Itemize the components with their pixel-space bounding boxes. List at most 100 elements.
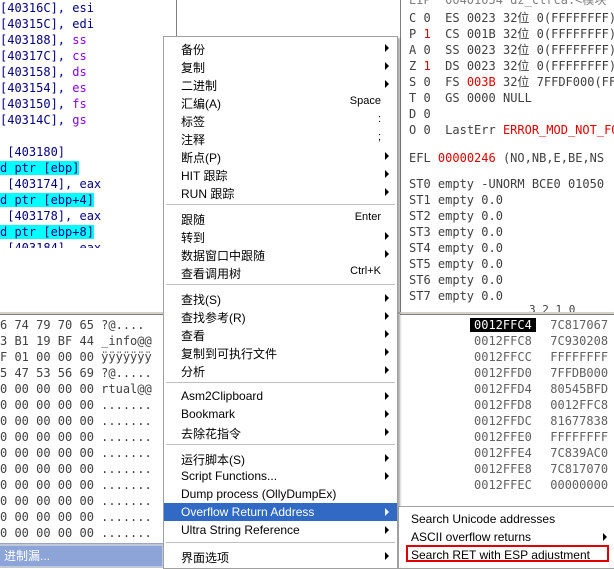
flag-value[interactable]: 1 bbox=[423, 59, 430, 73]
disasm-row[interactable]: [403188], ss bbox=[0, 32, 87, 48]
flag-value[interactable]: 0 bbox=[423, 75, 430, 89]
menu-item-item-18[interactable]: 复制到可执行文件 bbox=[164, 343, 397, 361]
submenu-item-search-unicode-addresses[interactable]: Search Unicode addresses bbox=[399, 510, 614, 528]
stack-row[interactable]: 0012FFE4 7C839AC0 bbox=[470, 445, 608, 461]
disasm-row[interactable]: [40316C], esi bbox=[0, 0, 94, 16]
flag-value[interactable]: 0 bbox=[423, 43, 430, 57]
menu-item-item-2[interactable]: 二进制 bbox=[164, 75, 397, 93]
menu-item-label: 去除花指令 bbox=[181, 427, 242, 441]
menu-item-item-13[interactable]: 查看调用树 Ctrl+K bbox=[164, 263, 397, 281]
menu-item-a[interactable]: 汇编(A) Space bbox=[164, 93, 397, 111]
dump-row[interactable]: F 01 00 00 00 ÿÿÿÿÿÿÿ bbox=[0, 349, 152, 365]
menu-item-r[interactable]: 查找参考(R) bbox=[164, 307, 397, 325]
flag-row[interactable]: P 1 CS 001B 32位 0(FFFFFFFF) bbox=[409, 26, 614, 42]
dump-row[interactable]: 0 00 00 00 00 ....... bbox=[0, 461, 152, 477]
disasm-row[interactable]: [403154], es bbox=[0, 80, 87, 96]
dump-row[interactable]: 0 00 00 00 00 ....... bbox=[0, 445, 152, 461]
disasm-row[interactable]: [40317C], cs bbox=[0, 48, 87, 64]
flag-row[interactable]: S 0 FS 003B 32位 7FFDF000(FFF) bbox=[409, 74, 614, 90]
fpu-register-row[interactable]: ST7 empty 0.0 bbox=[409, 288, 503, 304]
menu-item-overflow-return-address[interactable]: Overflow Return Address bbox=[164, 503, 397, 521]
disassembly-pane[interactable]: [40316C], esi [40315C], edi [403188], ss [4… bbox=[0, 0, 176, 248]
stack-row[interactable]: 0012FFCC FFFFFFFF bbox=[470, 349, 608, 365]
flag-value[interactable]: 1 bbox=[423, 27, 430, 41]
dump-row[interactable]: 0 00 00 00 00 ....... bbox=[0, 429, 152, 445]
menu-item-item-10[interactable]: 跟随 Enter bbox=[164, 209, 397, 227]
menu-separator bbox=[166, 284, 395, 285]
menu-item-script-functions[interactable]: Script Functions... bbox=[164, 467, 397, 485]
menu-item-item-12[interactable]: 数据窗口中跟随 bbox=[164, 245, 397, 263]
menu-item-item-19[interactable]: 分析 bbox=[164, 361, 397, 379]
menu-item-item-11[interactable]: 转到 bbox=[164, 227, 397, 245]
efl-row[interactable]: EFL 00000246 (NO,NB,E,BE,NS bbox=[409, 150, 604, 166]
fpu-register-row[interactable]: ST5 empty 0.0 bbox=[409, 256, 503, 272]
flag-row[interactable]: A 0 SS 0023 32位 0(FFFFFFFF) bbox=[409, 42, 614, 58]
dump-row[interactable]: 0 00 00 00 00 ....... bbox=[0, 493, 152, 509]
menu-item-item-0[interactable]: 备份 bbox=[164, 39, 397, 57]
fpu-register-row[interactable]: ST6 empty 0.0 bbox=[409, 272, 503, 288]
menu-item-item-1[interactable]: 复制 bbox=[164, 57, 397, 75]
memory-dump-pane[interactable]: 6 74 79 70 65 ?@.... 3 B1 19 BF 44 _info@… bbox=[0, 314, 176, 568]
flag-value[interactable]: 0 bbox=[423, 123, 430, 137]
menu-item-s[interactable]: 运行脚本(S) bbox=[164, 449, 397, 467]
submenu-item-ascii-overflow-returns[interactable]: ASCII overflow returns bbox=[399, 528, 614, 546]
disasm-row[interactable]: d ptr [ebp+4] bbox=[0, 192, 94, 208]
dump-row[interactable]: 6 74 79 70 65 ?@.... bbox=[0, 317, 145, 333]
fpu-register-row[interactable]: ST0 empty -UNORM BCE0 01050 bbox=[409, 176, 604, 192]
menu-item-item-31[interactable]: 界面选项 bbox=[164, 547, 397, 565]
flag-row[interactable]: D 0 bbox=[409, 106, 460, 122]
disasm-row[interactable]: [40314C], gs bbox=[0, 112, 87, 128]
flag-row[interactable]: T 0 GS 0000 NULL bbox=[409, 90, 539, 106]
disasm-row[interactable]: [403178], eax bbox=[0, 208, 101, 224]
stack-row[interactable]: 0012FFDC 81677838 bbox=[470, 413, 608, 429]
dump-row[interactable]: 0 00 00 00 00 ....... bbox=[0, 413, 152, 429]
disasm-row[interactable]: [403184], eax bbox=[0, 240, 101, 248]
disasm-row[interactable]: [40315C], edi bbox=[0, 16, 94, 32]
flag-row[interactable]: Z 1 DS 0023 32位 0(FFFFFFFF) bbox=[409, 58, 614, 74]
flag-row[interactable]: O 0 LastErr ERROR_MOD_NOT_FOUND bbox=[409, 122, 614, 138]
stack-row[interactable]: 0012FFE0 FFFFFFFF bbox=[470, 429, 608, 445]
menu-item-p[interactable]: 断点(P) bbox=[164, 147, 397, 165]
stack-row[interactable]: 0012FFD0 7FFDB000 bbox=[470, 365, 608, 381]
dump-row[interactable]: 3 B1 19 BF 44 _info@@ bbox=[0, 333, 152, 349]
flag-value[interactable]: 0 bbox=[423, 107, 430, 121]
menu-item-s[interactable]: 查找(S) bbox=[164, 289, 397, 307]
flag-row[interactable]: C 0 ES 0023 32位 0(FFFFFFFF) bbox=[409, 10, 614, 26]
menu-item-item-17[interactable]: 查看 bbox=[164, 325, 397, 343]
menu-item-bookmark[interactable]: Bookmark bbox=[164, 405, 397, 423]
fpu-register-row[interactable]: ST2 empty 0.0 bbox=[409, 208, 503, 224]
menu-item-run[interactable]: RUN 跟踪 bbox=[164, 183, 397, 201]
menu-item-item-5[interactable]: 注释; bbox=[164, 129, 397, 147]
stack-row[interactable]: 0012FFD4 80545BFD bbox=[470, 381, 608, 397]
flag-value[interactable]: 0 bbox=[423, 11, 430, 25]
disasm-row[interactable]: [403158], ds bbox=[0, 64, 87, 80]
stack-row[interactable]: 0012FFE8 7C817070 bbox=[470, 461, 608, 477]
menu-item-dump-process-ollydumpex[interactable]: Dump process (OllyDumpEx) bbox=[164, 485, 397, 503]
flag-value[interactable]: 0 bbox=[423, 91, 430, 105]
fpu-register-row[interactable]: ST4 empty 0.0 bbox=[409, 240, 503, 256]
dump-row[interactable]: 0 00 00 00 00 rtual@@ bbox=[0, 381, 152, 397]
stack-row[interactable]: 0012FFEC 00000000 bbox=[470, 477, 608, 493]
fpu-register-row[interactable]: ST1 empty 0.0 bbox=[409, 192, 503, 208]
stack-row[interactable]: 0012FFC4 7C817067 bbox=[470, 317, 608, 333]
disasm-row[interactable]: d ptr [ebp] bbox=[0, 160, 80, 176]
disasm-row[interactable]: [403150], fs bbox=[0, 96, 87, 112]
dump-row[interactable]: 0 00 00 00 00 ....... bbox=[0, 397, 152, 413]
dump-row[interactable]: 0 00 00 00 00 ....... bbox=[0, 525, 152, 541]
menu-item-item-4[interactable]: 标签: bbox=[164, 111, 397, 129]
taskbar-button[interactable]: 进制漏... bbox=[0, 546, 162, 566]
menu-item-item-23[interactable]: 去除花指令 bbox=[164, 423, 397, 441]
menu-item-asm2clipboard[interactable]: Asm2Clipboard bbox=[164, 387, 397, 405]
menu-item-hit[interactable]: HIT 跟踪 bbox=[164, 165, 397, 183]
disasm-row[interactable]: [403174], eax bbox=[0, 176, 101, 192]
stack-row[interactable]: 0012FFD8 0012FFC8 bbox=[470, 397, 608, 413]
registers-pane[interactable]: EIP 00401054 dz_clrca.<模块 C 0 ES 0023 32位… bbox=[400, 0, 614, 312]
disasm-row[interactable]: d ptr [ebp+8] bbox=[0, 224, 94, 240]
stack-row[interactable]: 0012FFC8 7C930208 bbox=[470, 333, 608, 349]
dump-row[interactable]: 5 47 53 56 69 ?@..... bbox=[0, 365, 152, 381]
fpu-register-row[interactable]: ST3 empty 0.0 bbox=[409, 224, 503, 240]
dump-row[interactable]: 0 00 00 00 00 ....... bbox=[0, 477, 152, 493]
dump-row[interactable]: 0 00 00 00 00 ....... bbox=[0, 509, 152, 525]
disasm-row[interactable]: [403180] bbox=[0, 144, 65, 160]
menu-item-ultra-string-reference[interactable]: Ultra String Reference bbox=[164, 521, 397, 539]
